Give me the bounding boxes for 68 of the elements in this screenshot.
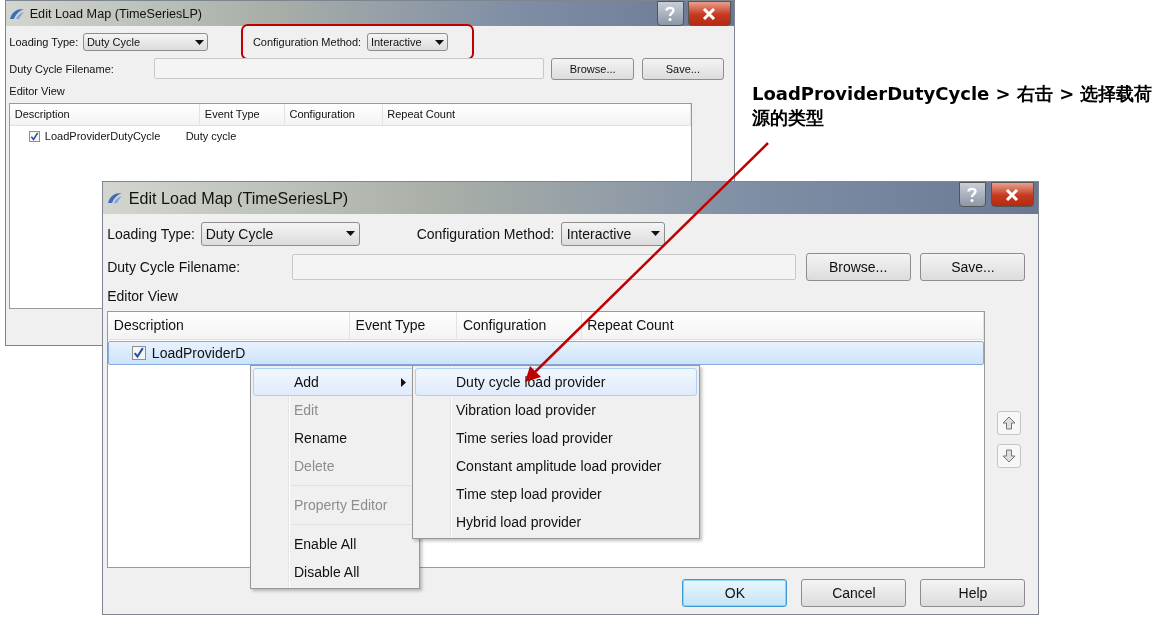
- filename-field[interactable]: [292, 254, 796, 281]
- app-logo-icon: [107, 192, 124, 205]
- field-label: Loading Type:: [9, 36, 79, 49]
- table-cell-text: LoadProviderD: [151, 345, 247, 361]
- dropdown-caret-icon: [434, 39, 444, 45]
- configuration-method-dropdown[interactable]: Interactive: [561, 221, 666, 246]
- dialog-button[interactable]: Save...: [920, 253, 1026, 282]
- checkbox[interactable]: [28, 130, 41, 143]
- close-button[interactable]: [991, 182, 1034, 208]
- column-header[interactable]: Configuration: [457, 312, 582, 339]
- annotation-text: LoadProviderDutyCycle > 右击 > 选择载荷源的类型: [752, 82, 1154, 131]
- checkbox[interactable]: [131, 345, 147, 361]
- dialog-button[interactable]: Browse...: [551, 57, 634, 80]
- window-title: Edit Load Map (TimeSeriesLP): [29, 6, 204, 21]
- app-logo-icon: [9, 7, 26, 20]
- down-arrow-icon: [1002, 449, 1017, 464]
- column-header[interactable]: Description: [108, 312, 350, 339]
- field-label: Duty Cycle Filename:: [107, 259, 242, 276]
- menu-item[interactable]: Vibration load provider: [415, 396, 697, 424]
- menu-item[interactable]: Disable All: [253, 558, 417, 586]
- column-header[interactable]: Configuration: [285, 103, 383, 125]
- field-label: Configuration Method:: [416, 225, 555, 242]
- section-label: Editor View: [9, 85, 66, 98]
- up-arrow-icon: [1002, 415, 1017, 430]
- check-icon: [133, 347, 145, 359]
- move-up-button[interactable]: [997, 410, 1022, 435]
- check-icon: [30, 131, 40, 141]
- column-header[interactable]: Repeat Count: [382, 103, 692, 125]
- configuration-method-dropdown[interactable]: Interactive: [366, 32, 448, 52]
- field-label: Configuration Method:: [252, 36, 362, 49]
- field-label: Loading Type:: [107, 225, 195, 242]
- loading-type-dropdown[interactable]: Duty Cycle: [82, 32, 208, 52]
- dialog-button[interactable]: Save...: [641, 57, 725, 80]
- dialog-button[interactable]: OK: [682, 579, 788, 607]
- menu-item[interactable]: Enable All: [253, 530, 417, 558]
- column-header[interactable]: Description: [10, 103, 201, 125]
- close-button[interactable]: [688, 1, 731, 27]
- help-button[interactable]: [958, 182, 986, 208]
- table-cell: Duty cycle: [185, 130, 237, 143]
- section-label: Editor View: [107, 288, 179, 305]
- field-label: Duty Cycle Filename:: [9, 62, 115, 75]
- filename-field[interactable]: [154, 58, 544, 80]
- help-icon: [967, 186, 978, 203]
- dropdown-caret-icon: [345, 231, 355, 237]
- dialog-button[interactable]: Help: [920, 579, 1026, 607]
- help-icon: [665, 5, 676, 22]
- menu-item[interactable]: Time step load provider: [415, 480, 697, 508]
- loading-type-dropdown[interactable]: Duty Cycle: [200, 221, 361, 246]
- table-row[interactable]: LoadProviderD: [108, 341, 984, 365]
- close-icon: [702, 7, 717, 20]
- menu-item[interactable]: Constant amplitude load provider: [415, 452, 697, 480]
- column-header[interactable]: Event Type: [200, 103, 286, 125]
- menu-item[interactable]: Hybrid load provider: [415, 508, 697, 536]
- dropdown-caret-icon: [194, 39, 204, 45]
- dialog-button[interactable]: Cancel: [801, 579, 907, 607]
- menu-item[interactable]: Time series load provider: [415, 424, 697, 452]
- window-title: Edit Load Map (TimeSeriesLP): [128, 188, 350, 208]
- menu-item[interactable]: Duty cycle load provider: [415, 368, 697, 396]
- column-header[interactable]: Repeat Count: [581, 312, 984, 339]
- help-button[interactable]: [657, 1, 684, 27]
- table-cell-text: LoadProviderDutyCycle: [44, 130, 162, 143]
- column-header[interactable]: Event Type: [349, 312, 458, 339]
- close-icon: [1005, 188, 1020, 201]
- move-down-button[interactable]: [997, 444, 1022, 469]
- submenu-arrow-icon: [401, 377, 406, 387]
- dialog-button[interactable]: Browse...: [805, 253, 911, 282]
- table-row[interactable]: LoadProviderDutyCycle Duty cycle: [10, 126, 692, 146]
- dropdown-caret-icon: [650, 231, 660, 237]
